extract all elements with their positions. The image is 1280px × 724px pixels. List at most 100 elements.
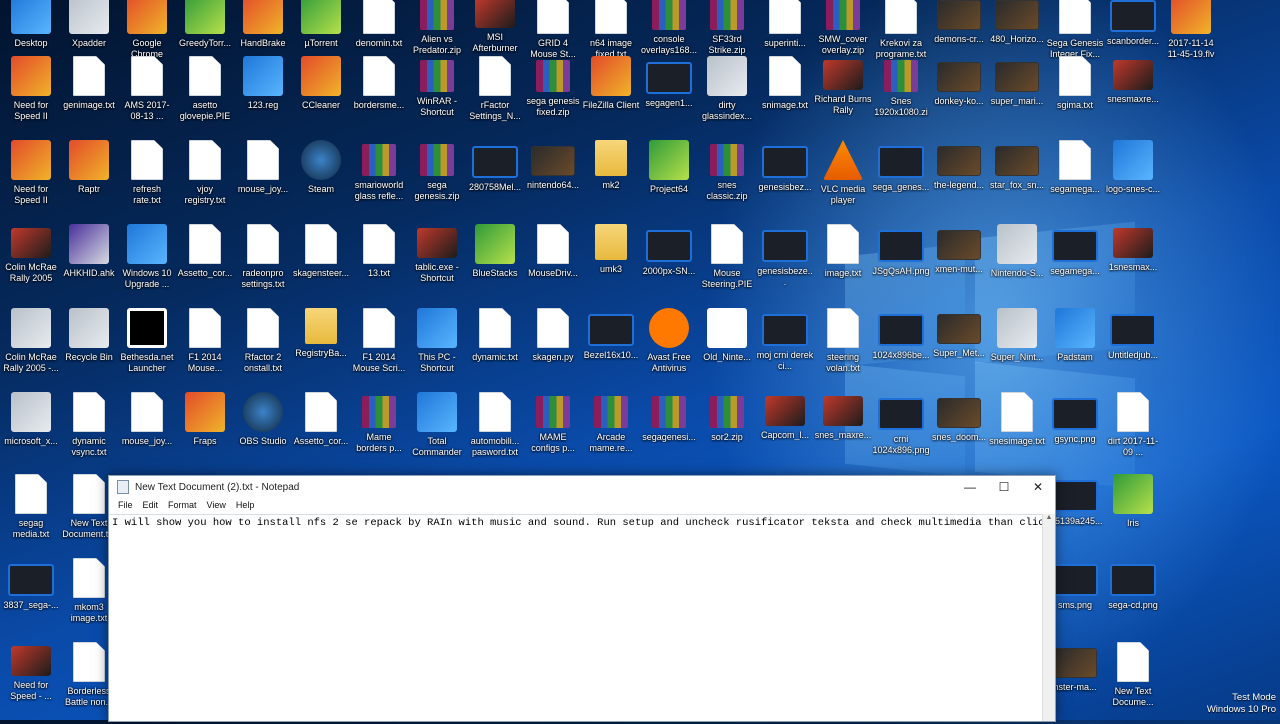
desktop-icon[interactable]: 13.txt <box>350 222 408 306</box>
desktop-icon[interactable]: Raptr <box>60 138 118 222</box>
desktop-icon[interactable]: Assetto_cor... <box>292 390 350 474</box>
desktop-icon[interactable]: mouse_joy... <box>234 138 292 222</box>
desktop-icon[interactable]: Need for Speed II (SE... <box>2 54 60 138</box>
menu-view[interactable]: View <box>202 498 231 514</box>
desktop-icon[interactable]: Snes 1920x1080.zip <box>872 54 930 138</box>
desktop-icon[interactable]: xmen-mut... <box>930 222 988 306</box>
desktop-icon[interactable]: JSgQsAH.png <box>872 222 930 306</box>
desktop-icon[interactable]: Super_Met... <box>930 306 988 390</box>
scroll-up-icon[interactable]: ▲ <box>1043 514 1055 521</box>
desktop-icon[interactable]: Mouse Steering.PIE <box>698 222 756 306</box>
desktop-icon[interactable]: dirty glassindex... <box>698 54 756 138</box>
desktop-icon[interactable]: BlueStacks <box>466 222 524 306</box>
desktop-icon[interactable]: vjoy registry.txt <box>176 138 234 222</box>
desktop-icon[interactable]: automobili... pasword.txt <box>466 390 524 474</box>
notepad-titlebar[interactable]: New Text Document (2).txt - Notepad — ☐ … <box>109 476 1055 498</box>
desktop-icon[interactable]: segagen1... <box>640 54 698 138</box>
desktop-icon[interactable]: 2000px-SN... <box>640 222 698 306</box>
desktop-icon[interactable]: Bezel16x10... <box>582 306 640 390</box>
desktop-icon[interactable]: crni 1024x896.png <box>872 390 930 474</box>
desktop-icon[interactable]: asetto glovepie.PIE <box>176 54 234 138</box>
desktop-icon[interactable]: the-legend... <box>930 138 988 222</box>
maximize-button[interactable]: ☐ <box>987 476 1021 498</box>
desktop-icon[interactable]: radeonpro settings.txt <box>234 222 292 306</box>
desktop-icon[interactable]: Need for Speed - ... <box>2 640 60 724</box>
desktop-icon[interactable]: snimage.txt <box>756 54 814 138</box>
desktop-icon[interactable]: star_fox_sn... <box>988 138 1046 222</box>
desktop-icon[interactable]: Padstam <box>1046 306 1104 390</box>
notepad-window[interactable]: New Text Document (2).txt - Notepad — ☐ … <box>108 475 1056 722</box>
menu-edit[interactable]: Edit <box>138 498 164 514</box>
desktop-icon[interactable]: microsoft_x... <box>2 390 60 474</box>
desktop-icon[interactable]: WinRAR - Shortcut <box>408 54 466 138</box>
desktop-icon[interactable]: nintendo64... <box>524 138 582 222</box>
desktop-icon[interactable]: gsync.png <box>1046 390 1104 474</box>
desktop-icon[interactable]: AHKHID.ahk <box>60 222 118 306</box>
desktop-icon[interactable]: Old_Ninte... <box>698 306 756 390</box>
desktop-icon[interactable]: New Text Docume... <box>1104 640 1162 724</box>
desktop-icon[interactable]: 2017-11-14 11-45-19.flv <box>1162 0 1220 76</box>
desktop-icon[interactable]: Colin McRae Rally 2005 <box>2 222 60 306</box>
desktop-icon[interactable]: 123.reg <box>234 54 292 138</box>
desktop-icon[interactable]: segagenesi... <box>640 390 698 474</box>
menu-help[interactable]: Help <box>231 498 260 514</box>
desktop-icon[interactable]: Colin McRae Rally 2005 -... <box>2 306 60 390</box>
minimize-button[interactable]: — <box>953 476 987 498</box>
desktop-icon[interactable]: VLC media player <box>814 138 872 222</box>
desktop-icon[interactable]: sega genesis fixed.zip <box>524 54 582 138</box>
desktop-icon[interactable]: Need for Speed II (SE... <box>2 138 60 222</box>
desktop-icon[interactable]: dirt 2017-11-09 ... <box>1104 390 1162 474</box>
desktop-icon[interactable]: F1 2014 Mouse Scri... <box>350 306 408 390</box>
desktop-icon[interactable]: snesimage.txt <box>988 390 1046 474</box>
desktop-icon[interactable]: super_mari... <box>988 54 1046 138</box>
desktop-icon[interactable]: Bethesda.net Launcher <box>118 306 176 390</box>
desktop-icon[interactable]: snes_doom... <box>930 390 988 474</box>
desktop-icon[interactable]: Assetto_cor... <box>176 222 234 306</box>
desktop-icon[interactable]: mk2 <box>582 138 640 222</box>
desktop-icon[interactable]: Windows 10 Upgrade ... <box>118 222 176 306</box>
desktop-icon[interactable]: MouseDriv... <box>524 222 582 306</box>
vertical-scrollbar[interactable]: ▲ <box>1042 514 1055 721</box>
desktop-icon[interactable]: sega_genes... <box>872 138 930 222</box>
desktop-icon[interactable]: Arcade mame.re... <box>582 390 640 474</box>
close-button[interactable]: ✕ <box>1021 476 1055 498</box>
desktop-icon[interactable]: Fraps <box>176 390 234 474</box>
desktop-icon[interactable]: snes_maxre... <box>814 390 872 474</box>
desktop-icon[interactable]: image.txt <box>814 222 872 306</box>
desktop-icon[interactable]: sor2.zip <box>698 390 756 474</box>
desktop-icon[interactable]: donkey-ko... <box>930 54 988 138</box>
desktop-icon[interactable]: genesisbeze... <box>756 222 814 306</box>
desktop-icon[interactable]: Untitledjub... <box>1104 306 1162 390</box>
desktop-icon[interactable]: logo-snes-c... <box>1104 138 1162 222</box>
desktop-icon[interactable]: mouse_joy... <box>118 390 176 474</box>
desktop-icon[interactable]: AMS 2017-08-13 ... <box>118 54 176 138</box>
desktop-icon[interactable]: genesisbez... <box>756 138 814 222</box>
desktop-icon[interactable]: Mame borders p... <box>350 390 408 474</box>
desktop-icon[interactable]: Steam <box>292 138 350 222</box>
desktop-icon[interactable]: skagensteer... <box>292 222 350 306</box>
desktop-icon[interactable]: 1024x896be... <box>872 306 930 390</box>
desktop-icon[interactable]: F1 2014 Mouse... <box>176 306 234 390</box>
desktop-icon[interactable]: sgima.txt <box>1046 54 1104 138</box>
menu-format[interactable]: Format <box>163 498 202 514</box>
desktop-icon[interactable]: CCleaner <box>292 54 350 138</box>
text-editor[interactable]: I will show you how to install nfs 2 se … <box>109 514 1043 721</box>
desktop-icon[interactable]: Iris <box>1104 472 1162 556</box>
desktop-icon[interactable]: umk3 <box>582 222 640 306</box>
desktop-icon[interactable]: snesmaxre... <box>1104 54 1162 138</box>
desktop-icon[interactable]: sega-cd.png <box>1104 556 1162 640</box>
menu-file[interactable]: File <box>113 498 138 514</box>
desktop-icon[interactable]: Project64 <box>640 138 698 222</box>
desktop-icon[interactable]: bordersme... <box>350 54 408 138</box>
desktop-icon[interactable]: refresh rate.txt <box>118 138 176 222</box>
desktop-icon[interactable]: dynamic.txt <box>466 306 524 390</box>
desktop-icon[interactable]: 3837_sega-... <box>2 556 60 640</box>
desktop-icon[interactable]: This PC - Shortcut <box>408 306 466 390</box>
desktop-icon[interactable]: steering volan.txt <box>814 306 872 390</box>
desktop-icon[interactable]: Richard Burns Rally <box>814 54 872 138</box>
desktop-icon[interactable]: genimage.txt <box>60 54 118 138</box>
desktop-icon[interactable]: smarioworld glass refle... <box>350 138 408 222</box>
desktop-icon[interactable]: sega genesis.zip <box>408 138 466 222</box>
desktop-icon[interactable]: Recycle Bin <box>60 306 118 390</box>
desktop-icon[interactable]: segag media.txt <box>2 472 60 556</box>
